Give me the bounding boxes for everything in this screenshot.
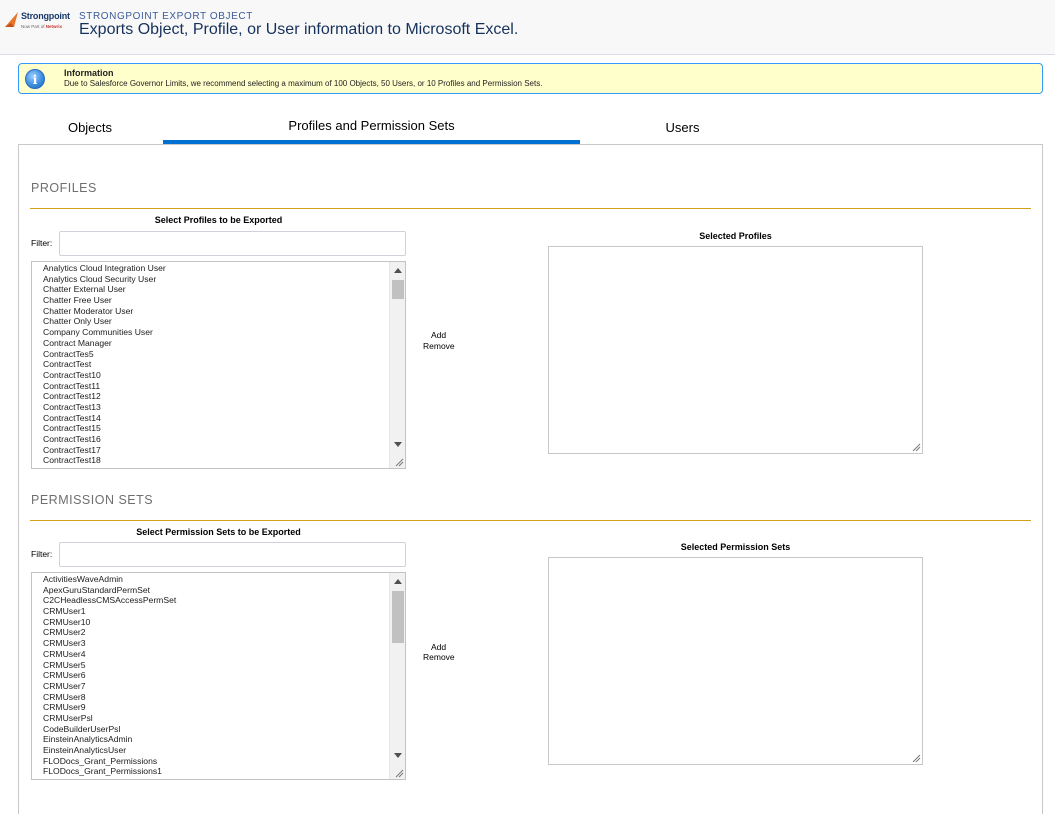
tab-objects[interactable]: Objects [20,120,160,135]
list-item[interactable]: ContractTest17 [43,445,387,456]
scroll-up-arrow-icon[interactable] [394,579,402,584]
strongpoint-logo: Strongpoint Now Part of Netwrix [5,10,80,34]
profiles-available-items: Analytics Cloud Integration User Analytic… [43,263,387,466]
permission-sets-available-items: ActivitiesWaveAdmin ApexGuruStandardPermS… [43,574,387,777]
list-item[interactable]: ActivitiesWaveAdmin [43,574,387,585]
list-item[interactable]: Chatter Free User [43,295,387,306]
logo-tagline-prefix: Now Part of [21,24,45,29]
list-item[interactable]: CodeBuilderUserPsl [43,724,387,735]
strongpoint-logo-mark-icon [5,12,18,27]
list-item[interactable]: ContractTest11 [43,381,387,392]
list-item[interactable]: Contract Manager [43,338,387,349]
info-icon: i [25,69,45,89]
list-item[interactable]: Chatter Moderator User [43,306,387,317]
profiles-filter-input[interactable] [59,231,406,256]
logo-name: Strongpoint [21,11,70,21]
permission-sets-section-title: PERMISSION SETS [31,493,154,507]
list-item[interactable]: ContractTest13 [43,402,387,413]
list-item[interactable]: C2CHeadlessCMSAccessPermSet [43,595,387,606]
logo-tagline: Now Part of Netwrix [21,24,62,29]
scroll-down-arrow-icon[interactable] [394,753,402,758]
list-item[interactable]: CRMUser10 [43,617,387,628]
profiles-selected-heading: Selected Profiles [699,231,772,241]
resize-grip-icon[interactable] [394,457,404,467]
profiles-selected-list[interactable] [548,246,923,454]
resize-grip-icon[interactable] [394,768,404,778]
list-item[interactable]: ContractTest16 [43,434,387,445]
page-title: Exports Object, Profile, or User informa… [79,21,519,38]
list-item[interactable]: CRMUser8 [43,692,387,703]
permission-sets-section-divider [30,520,1031,521]
list-item[interactable]: CRMUser5 [43,660,387,671]
profiles-scroll-thumb[interactable] [392,280,404,299]
info-banner: i Information Due to Salesforce Governor… [18,63,1043,94]
list-item[interactable]: Company Communities User [43,327,387,338]
permission-sets-selected-list[interactable] [548,557,923,765]
list-item[interactable]: CRMUser4 [43,649,387,660]
list-item[interactable]: Chatter External User [43,284,387,295]
profiles-add-button[interactable]: Add [431,330,446,340]
list-item[interactable]: CRMUser2 [43,627,387,638]
list-item[interactable]: ContractTest12 [43,391,387,402]
list-item[interactable]: ApexGuruStandardPermSet [43,585,387,596]
info-title: Information [64,68,114,78]
resize-grip-icon[interactable] [911,753,921,763]
permission-sets-add-button[interactable]: Add [431,642,446,652]
list-item[interactable]: Analytics Cloud Security User [43,274,387,285]
permission-sets-filter-label: Filter: [31,549,53,559]
logo-tagline-brand: Netwrix [45,24,63,29]
list-item[interactable]: ContractTes5 [43,349,387,360]
list-item[interactable]: Chatter Only User [43,316,387,327]
resize-grip-icon[interactable] [911,442,921,452]
profiles-section-title: PROFILES [31,181,97,195]
list-item[interactable]: ContractTest [43,359,387,370]
tab-users[interactable]: Users [585,120,780,135]
scroll-up-arrow-icon[interactable] [394,268,402,273]
permission-sets-remove-button[interactable]: Remove [423,652,455,662]
info-message: Due to Salesforce Governor Limits, we re… [64,79,543,88]
permission-sets-filter-input[interactable] [59,542,406,567]
permission-sets-selected-heading: Selected Permission Sets [680,542,791,552]
list-item[interactable]: FLODocs_Grant_Permissions1 [43,766,387,777]
profiles-list-scrollbar[interactable] [389,262,405,468]
list-item[interactable]: CRMUserPsl [43,713,387,724]
list-item[interactable]: EinsteinAnalyticsAdmin [43,734,387,745]
profiles-section-divider [30,208,1031,209]
profiles-filter-label: Filter: [31,238,53,248]
list-item[interactable]: Analytics Cloud Integration User [43,263,387,274]
profiles-available-heading: Select Profiles to be Exported [154,215,283,225]
permission-sets-available-heading: Select Permission Sets to be Exported [136,527,301,537]
list-item[interactable]: CRMUser3 [43,638,387,649]
list-item[interactable]: EinsteinAnalyticsUser [43,745,387,756]
list-item[interactable]: ContractTest18 [43,455,387,466]
list-item[interactable]: ContractTest15 [43,423,387,434]
list-item[interactable]: ContractTest10 [43,370,387,381]
permission-sets-list-scrollbar[interactable] [389,573,405,779]
profiles-available-list[interactable]: Analytics Cloud Integration User Analytic… [31,261,406,469]
list-item[interactable]: CRMUser6 [43,670,387,681]
list-item[interactable]: CRMUser1 [43,606,387,617]
list-item[interactable]: FLODocs_Grant_Permissions [43,756,387,767]
page-header: Strongpoint Now Part of Netwrix STRONGPO… [0,0,1055,55]
permission-sets-scroll-thumb[interactable] [392,591,404,643]
list-item[interactable]: ContractTest14 [43,413,387,424]
scroll-down-arrow-icon[interactable] [394,442,402,447]
permission-sets-available-list[interactable]: ActivitiesWaveAdmin ApexGuruStandardPermS… [31,572,406,780]
profiles-remove-button[interactable]: Remove [423,341,455,351]
list-item[interactable]: CRMUser9 [43,702,387,713]
tab-profiles-and-permission-sets[interactable]: Profiles and Permission Sets [163,118,580,133]
list-item[interactable]: CRMUser7 [43,681,387,692]
